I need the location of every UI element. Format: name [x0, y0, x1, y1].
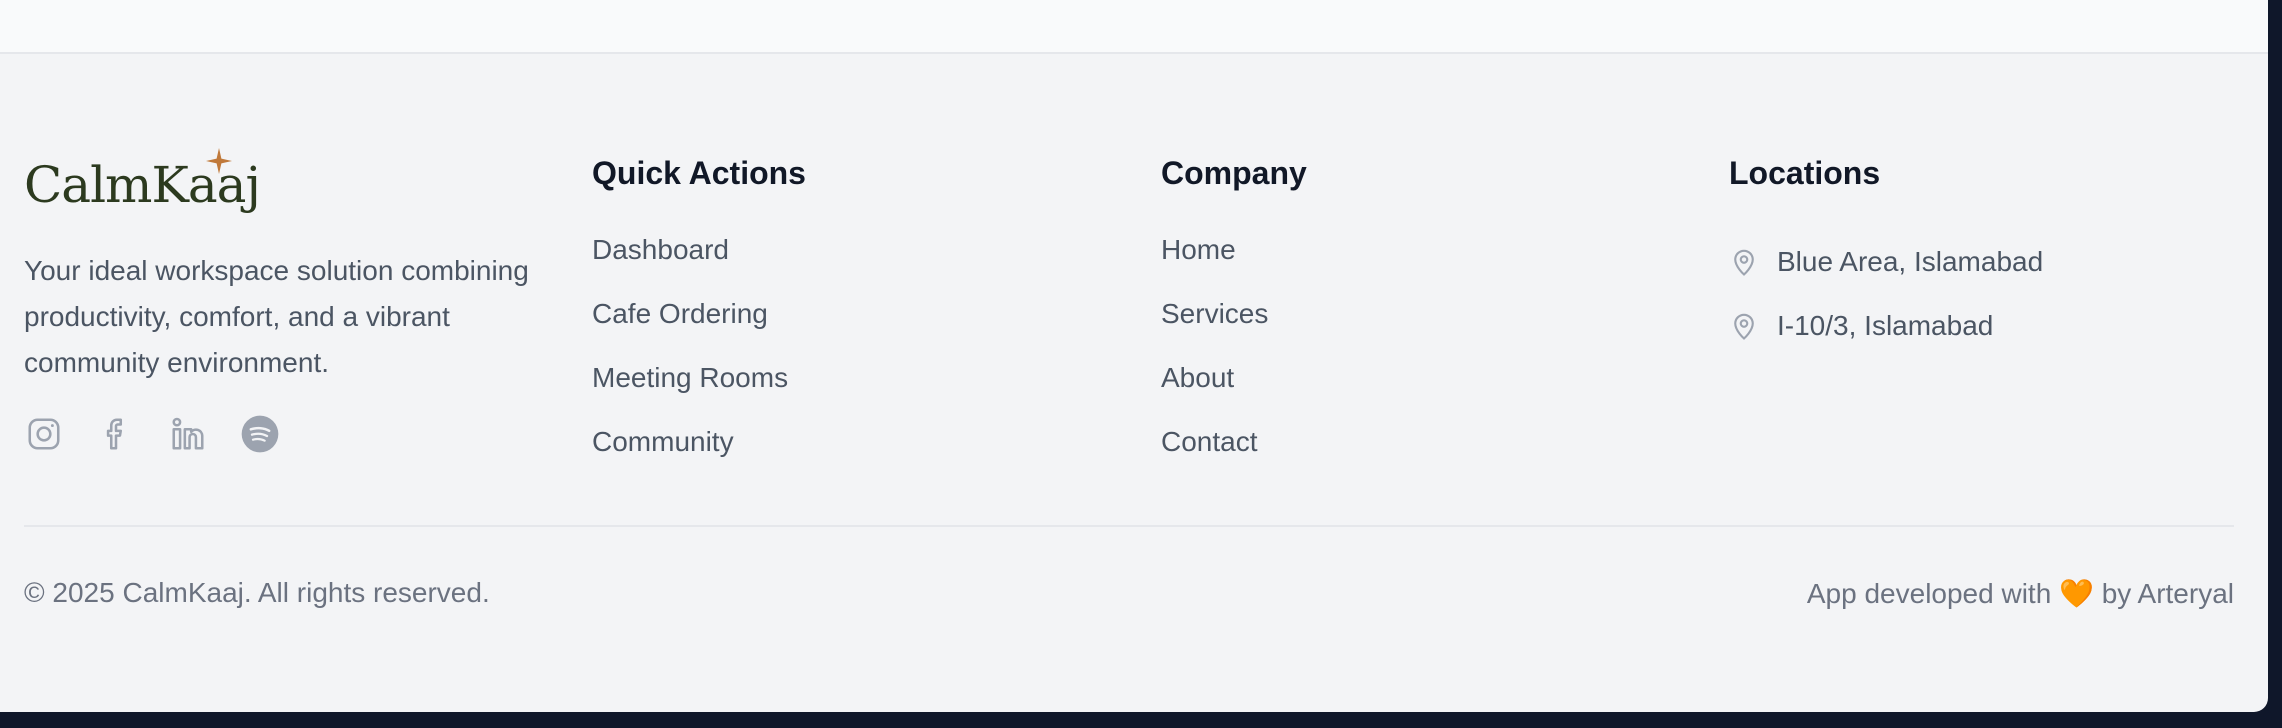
footer-link-community[interactable]: Community	[592, 422, 788, 486]
facebook-icon	[106, 418, 123, 450]
footer-link-home[interactable]: Home	[1161, 230, 1268, 294]
footer-link-cafe-ordering[interactable]: Cafe Ordering	[592, 294, 788, 358]
footer-link-dashboard[interactable]: Dashboard	[592, 230, 788, 294]
company-heading: Company	[1161, 155, 1307, 191]
map-pin-icon	[1734, 249, 1754, 276]
credit-suffix: by Arteryal	[2101, 578, 2234, 609]
location-label: Blue Area, Islamabad	[1777, 246, 2044, 277]
quick-actions-heading: Quick Actions	[592, 155, 806, 191]
locations-list: Blue Area, Islamabad I-10/3, Islamabad	[1729, 230, 2043, 358]
spotify-link[interactable]	[240, 414, 280, 454]
copyright-text: © 2025 CalmKaaj. All rights reserved.	[24, 577, 490, 608]
instagram-icon	[28, 418, 60, 450]
footer-link-services[interactable]: Services	[1161, 294, 1268, 358]
instagram-link[interactable]	[24, 414, 64, 454]
company-list: Home Services About Contact	[1161, 230, 1268, 486]
sparkle-icon	[206, 148, 232, 174]
footer-link-about[interactable]: About	[1161, 358, 1268, 422]
developer-credit: App developed with 🧡 by Arteryal	[1807, 577, 2234, 610]
locations-heading: Locations	[1729, 155, 1881, 191]
spotify-icon	[241, 415, 279, 453]
linkedin-link[interactable]	[168, 414, 208, 454]
heart-icon: 🧡	[2059, 578, 2094, 609]
location-item: I-10/3, Islamabad	[1729, 294, 2043, 358]
location-label: I-10/3, Islamabad	[1777, 310, 1994, 341]
footer-link-meeting-rooms[interactable]: Meeting Rooms	[592, 358, 788, 422]
brand-tagline: Your ideal workspace solution combining …	[24, 255, 529, 378]
footer-divider	[24, 525, 2234, 527]
social-links	[24, 414, 280, 454]
linkedin-icon	[172, 417, 204, 450]
app-window: CalmKaaj Your ideal workspace solution c…	[0, 0, 2268, 712]
location-item: Blue Area, Islamabad	[1729, 230, 2043, 294]
page-content-bottom	[0, 0, 2268, 54]
footer-link-contact[interactable]: Contact	[1161, 422, 1268, 486]
quick-actions-list: Dashboard Cafe Ordering Meeting Rooms Co…	[592, 230, 788, 486]
map-pin-icon	[1734, 313, 1754, 340]
credit-prefix: App developed with	[1806, 578, 2052, 609]
facebook-link[interactable]	[96, 414, 136, 454]
